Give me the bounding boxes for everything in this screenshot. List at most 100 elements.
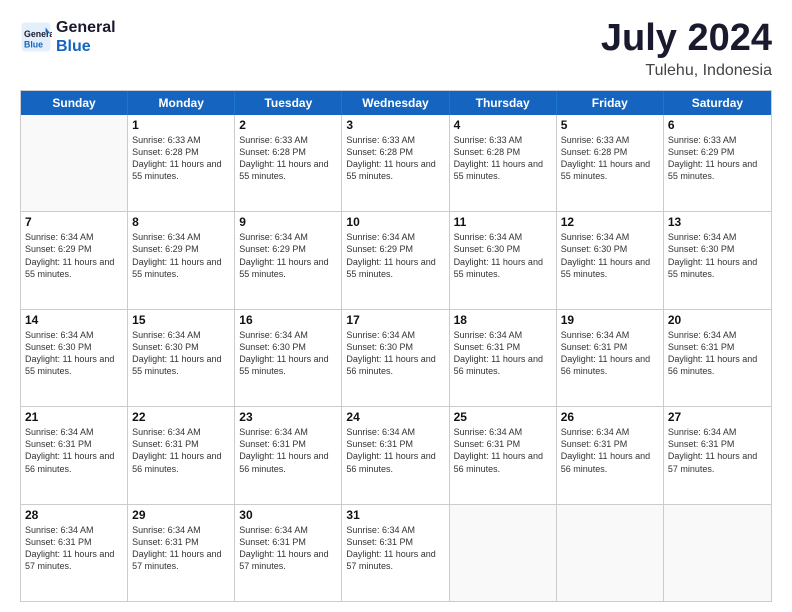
day-number: 18 [454, 313, 552, 327]
cal-cell: 12Sunrise: 6:34 AMSunset: 6:30 PMDayligh… [557, 212, 664, 308]
day-number: 14 [25, 313, 123, 327]
day-info: Sunrise: 6:34 AMSunset: 6:31 PMDaylight:… [454, 426, 552, 475]
cal-week-5: 28Sunrise: 6:34 AMSunset: 6:31 PMDayligh… [21, 505, 771, 601]
header: General Blue General Blue July 2024 Tule… [20, 18, 772, 80]
day-number: 12 [561, 215, 659, 229]
logo-line2: Blue [56, 37, 116, 56]
day-number: 24 [346, 410, 444, 424]
cal-header-saturday: Saturday [664, 91, 771, 115]
cal-cell: 11Sunrise: 6:34 AMSunset: 6:30 PMDayligh… [450, 212, 557, 308]
day-number: 27 [668, 410, 767, 424]
cal-cell: 14 Sunrise: 6:34 AMSunset: 6:30 PMDayligh… [21, 310, 128, 406]
cal-header-friday: Friday [557, 91, 664, 115]
day-number: 1 [132, 118, 230, 132]
day-info: Sunrise: 6:34 AMSunset: 6:31 PMDaylight:… [668, 426, 767, 475]
day-info: Sunrise: 6:33 AMSunset: 6:28 PMDaylight:… [454, 134, 552, 183]
day-info: Sunrise: 6:33 AMSunset: 6:28 PMDaylight:… [239, 134, 337, 183]
day-number: 6 [668, 118, 767, 132]
day-number: 22 [132, 410, 230, 424]
day-info: Sunrise: 6:34 AMSunset: 6:31 PMDaylight:… [561, 329, 659, 378]
day-number: 23 [239, 410, 337, 424]
cal-cell: 18 Sunrise: 6:34 AMSunset: 6:31 PMDayligh… [450, 310, 557, 406]
day-info: Sunrise: 6:33 AMSunset: 6:28 PMDaylight:… [346, 134, 444, 183]
day-info: Sunrise: 6:34 AMSunset: 6:30 PMDaylight:… [668, 231, 767, 280]
cal-header-tuesday: Tuesday [235, 91, 342, 115]
calendar: SundayMondayTuesdayWednesdayThursdayFrid… [20, 90, 772, 602]
cal-cell: 28Sunrise: 6:34 AMSunset: 6:31 PMDayligh… [21, 505, 128, 601]
svg-text:Blue: Blue [24, 40, 43, 50]
cal-cell: 25 Sunrise: 6:34 AMSunset: 6:31 PMDayligh… [450, 407, 557, 503]
day-info: Sunrise: 6:34 AMSunset: 6:29 PMDaylight:… [239, 231, 337, 280]
day-info: Sunrise: 6:33 AMSunset: 6:28 PMDaylight:… [561, 134, 659, 183]
day-info: Sunrise: 6:34 AMSunset: 6:31 PMDaylight:… [346, 524, 444, 573]
cal-cell: 10 Sunrise: 6:34 AMSunset: 6:29 PMDayligh… [342, 212, 449, 308]
main-title: July 2024 [601, 18, 772, 60]
day-info: Sunrise: 6:34 AMSunset: 6:31 PMDaylight:… [346, 426, 444, 475]
title-block: July 2024 Tulehu, Indonesia [601, 18, 772, 80]
day-number: 29 [132, 508, 230, 522]
day-number: 26 [561, 410, 659, 424]
cal-cell: 30 Sunrise: 6:34 AMSunset: 6:31 PMDayligh… [235, 505, 342, 601]
day-number: 3 [346, 118, 444, 132]
cal-cell: 17 Sunrise: 6:34 AMSunset: 6:30 PMDayligh… [342, 310, 449, 406]
cal-cell: 8Sunrise: 6:34 AMSunset: 6:29 PMDaylight… [128, 212, 235, 308]
day-info: Sunrise: 6:34 AMSunset: 6:31 PMDaylight:… [239, 524, 337, 573]
day-info: Sunrise: 6:33 AMSunset: 6:29 PMDaylight:… [668, 134, 767, 183]
day-number: 25 [454, 410, 552, 424]
day-info: Sunrise: 6:34 AMSunset: 6:30 PMDaylight:… [239, 329, 337, 378]
cal-week-4: 21 Sunrise: 6:34 AMSunset: 6:31 PMDayligh… [21, 407, 771, 504]
cal-week-2: 7Sunrise: 6:34 AMSunset: 6:29 PMDaylight… [21, 212, 771, 309]
cal-cell: 13 Sunrise: 6:34 AMSunset: 6:30 PMDayligh… [664, 212, 771, 308]
day-number: 19 [561, 313, 659, 327]
day-number: 13 [668, 215, 767, 229]
day-info: Sunrise: 6:34 AMSunset: 6:29 PMDaylight:… [25, 231, 123, 280]
day-info: Sunrise: 6:34 AMSunset: 6:30 PMDaylight:… [132, 329, 230, 378]
cal-cell: 27 Sunrise: 6:34 AMSunset: 6:31 PMDayligh… [664, 407, 771, 503]
cal-cell: 3 Sunrise: 6:33 AMSunset: 6:28 PMDaylight… [342, 115, 449, 211]
day-number: 9 [239, 215, 337, 229]
cal-cell: 23 Sunrise: 6:34 AMSunset: 6:31 PMDayligh… [235, 407, 342, 503]
day-number: 21 [25, 410, 123, 424]
day-number: 20 [668, 313, 767, 327]
cal-cell: 15 Sunrise: 6:34 AMSunset: 6:30 PMDayligh… [128, 310, 235, 406]
subtitle: Tulehu, Indonesia [601, 62, 772, 80]
calendar-body: 1 Sunrise: 6:33 AMSunset: 6:28 PMDaylight… [21, 115, 771, 601]
cal-cell: 7Sunrise: 6:34 AMSunset: 6:29 PMDaylight… [21, 212, 128, 308]
cal-header-sunday: Sunday [21, 91, 128, 115]
cal-week-3: 14 Sunrise: 6:34 AMSunset: 6:30 PMDayligh… [21, 310, 771, 407]
cal-cell: 29Sunrise: 6:34 AMSunset: 6:31 PMDayligh… [128, 505, 235, 601]
cal-cell: 26Sunrise: 6:34 AMSunset: 6:31 PMDayligh… [557, 407, 664, 503]
cal-week-1: 1 Sunrise: 6:33 AMSunset: 6:28 PMDaylight… [21, 115, 771, 212]
day-info: Sunrise: 6:34 AMSunset: 6:31 PMDaylight:… [25, 426, 123, 475]
day-number: 10 [346, 215, 444, 229]
day-info: Sunrise: 6:34 AMSunset: 6:30 PMDaylight:… [25, 329, 123, 378]
day-number: 30 [239, 508, 337, 522]
day-info: Sunrise: 6:34 AMSunset: 6:29 PMDaylight:… [346, 231, 444, 280]
day-number: 4 [454, 118, 552, 132]
cal-cell: 2Sunrise: 6:33 AMSunset: 6:28 PMDaylight… [235, 115, 342, 211]
day-number: 17 [346, 313, 444, 327]
logo-icon: General Blue [20, 21, 52, 53]
day-info: Sunrise: 6:34 AMSunset: 6:31 PMDaylight:… [454, 329, 552, 378]
day-number: 16 [239, 313, 337, 327]
cal-header-thursday: Thursday [450, 91, 557, 115]
cal-cell: 31 Sunrise: 6:34 AMSunset: 6:31 PMDayligh… [342, 505, 449, 601]
day-number: 11 [454, 215, 552, 229]
cal-cell: 20Sunrise: 6:34 AMSunset: 6:31 PMDayligh… [664, 310, 771, 406]
cal-cell: 21 Sunrise: 6:34 AMSunset: 6:31 PMDayligh… [21, 407, 128, 503]
cal-header-wednesday: Wednesday [342, 91, 449, 115]
day-number: 15 [132, 313, 230, 327]
day-info: Sunrise: 6:34 AMSunset: 6:30 PMDaylight:… [346, 329, 444, 378]
cal-cell [450, 505, 557, 601]
cal-cell: 19 Sunrise: 6:34 AMSunset: 6:31 PMDayligh… [557, 310, 664, 406]
day-number: 31 [346, 508, 444, 522]
cal-cell [557, 505, 664, 601]
cal-cell: 1Sunrise: 6:33 AMSunset: 6:28 PMDaylight… [128, 115, 235, 211]
cal-cell: 9 Sunrise: 6:34 AMSunset: 6:29 PMDaylight… [235, 212, 342, 308]
logo-line1: General [56, 18, 116, 37]
cal-cell: 16 Sunrise: 6:34 AMSunset: 6:30 PMDayligh… [235, 310, 342, 406]
page: General Blue General Blue July 2024 Tule… [0, 0, 792, 612]
cal-cell: 4 Sunrise: 6:33 AMSunset: 6:28 PMDaylight… [450, 115, 557, 211]
cal-cell: 24 Sunrise: 6:34 AMSunset: 6:31 PMDayligh… [342, 407, 449, 503]
day-info: Sunrise: 6:34 AMSunset: 6:31 PMDaylight:… [239, 426, 337, 475]
